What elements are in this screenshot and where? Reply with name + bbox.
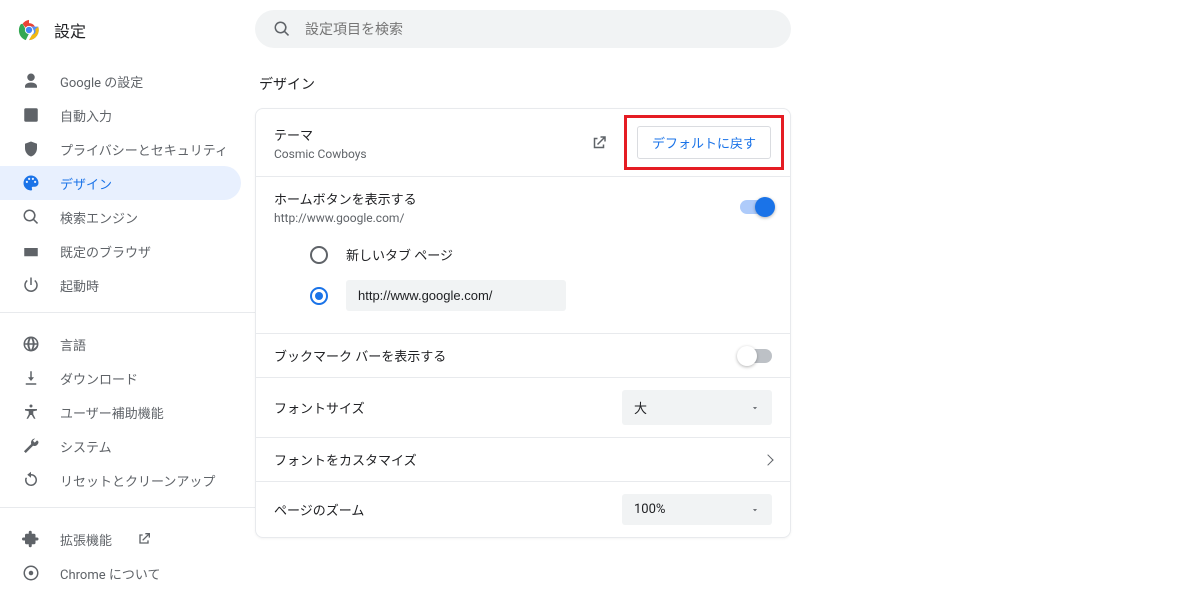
sidebar-item-label: ユーザー補助機能	[60, 403, 164, 422]
sidebar-item-reset[interactable]: リセットとクリーンアップ	[0, 463, 241, 497]
sidebar-item-default-browser[interactable]: 既定のブラウザ	[0, 234, 241, 268]
sidebar-item-google[interactable]: Google の設定	[0, 64, 241, 98]
divider	[0, 312, 255, 313]
home-button-toggle[interactable]	[740, 200, 772, 214]
sidebar-item-label: リセットとクリーンアップ	[60, 471, 215, 490]
sidebar-item-system[interactable]: システム	[0, 429, 241, 463]
search-input[interactable]	[305, 21, 773, 37]
sidebar-item-search-engine[interactable]: 検索エンジン	[0, 200, 241, 234]
home-option-new-tab[interactable]: 新しいタブ ページ	[310, 237, 772, 272]
sidebar-item-label: プライバシーとセキュリティ	[60, 140, 228, 159]
chrome-outline-icon	[22, 564, 40, 582]
font-customize-row[interactable]: フォントをカスタマイズ	[256, 438, 790, 482]
shield-icon	[22, 140, 40, 158]
sidebar-item-label: 起動時	[60, 276, 99, 295]
search-box[interactable]	[255, 10, 791, 48]
radio-icon	[310, 287, 328, 305]
sidebar-item-downloads[interactable]: ダウンロード	[0, 361, 241, 395]
page-title: 設定	[54, 18, 86, 42]
home-button-row: ホームボタンを表示する http://www.google.com/	[256, 177, 790, 237]
page-zoom-label: ページのズーム	[274, 500, 622, 519]
sidebar-item-label: 自動入力	[60, 106, 112, 125]
chevron-down-icon	[750, 403, 760, 413]
radio-label: 新しいタブ ページ	[346, 245, 453, 264]
home-button-sub: http://www.google.com/	[274, 211, 740, 225]
sidebar-item-about[interactable]: Chrome について	[0, 556, 241, 590]
accessibility-icon	[22, 403, 40, 421]
appearance-card: テーマ Cosmic Cowboys デフォルトに戻す ホームボタンを表示する …	[255, 108, 791, 538]
theme-row[interactable]: テーマ Cosmic Cowboys デフォルトに戻す	[256, 109, 790, 177]
sidebar-item-label: 既定のブラウザ	[60, 242, 151, 261]
person-icon	[22, 72, 40, 90]
section-title: デザイン	[259, 74, 1200, 94]
sidebar-item-label: Google の設定	[60, 72, 143, 91]
home-option-custom-url[interactable]	[310, 272, 772, 319]
autofill-icon	[22, 106, 40, 124]
open-in-new-icon[interactable]	[590, 134, 608, 152]
sidebar-item-extensions[interactable]: 拡張機能	[0, 522, 241, 556]
sidebar-item-label: システム	[60, 437, 112, 456]
search-icon	[273, 20, 291, 38]
sidebar-item-label: デザイン	[60, 174, 112, 193]
sidebar-item-autofill[interactable]: 自動入力	[0, 98, 241, 132]
sidebar-item-privacy[interactable]: プライバシーとセキュリティ	[0, 132, 241, 166]
theme-value: Cosmic Cowboys	[274, 147, 590, 161]
sidebar-item-label: 検索エンジン	[60, 208, 138, 227]
sidebar-item-on-startup[interactable]: 起動時	[0, 268, 241, 302]
bookmark-bar-label: ブックマーク バーを表示する	[274, 346, 740, 365]
font-customize-label: フォントをカスタマイズ	[274, 450, 764, 469]
search-icon	[22, 208, 40, 226]
theme-label: テーマ	[274, 125, 590, 144]
bookmark-bar-row: ブックマーク バーを表示する	[256, 334, 790, 378]
divider	[0, 507, 255, 508]
wrench-icon	[22, 437, 40, 455]
chevron-down-icon	[750, 505, 760, 515]
restore-icon	[22, 471, 40, 489]
font-size-row: フォントサイズ 大	[256, 378, 790, 438]
sidebar-item-label: Chrome について	[60, 564, 160, 583]
radio-icon	[310, 246, 328, 264]
sidebar: 設定 Google の設定 自動入力 プライバシーとセキュリティ デザイン 検索…	[0, 0, 255, 588]
font-size-label: フォントサイズ	[274, 398, 622, 417]
home-button-label: ホームボタンを表示する	[274, 189, 740, 208]
page-zoom-value: 100%	[634, 502, 665, 517]
chevron-right-icon	[762, 454, 773, 465]
sidebar-item-accessibility[interactable]: ユーザー補助機能	[0, 395, 241, 429]
sidebar-item-languages[interactable]: 言語	[0, 327, 241, 361]
reset-highlight: デフォルトに戻す	[624, 115, 784, 170]
font-size-select[interactable]: 大	[622, 390, 772, 425]
open-in-new-icon	[136, 531, 152, 547]
palette-icon	[22, 174, 40, 192]
bookmark-bar-toggle[interactable]	[740, 349, 772, 363]
main-content: デザイン テーマ Cosmic Cowboys デフォルトに戻す ホームボタンを…	[255, 0, 1200, 588]
chrome-logo-icon	[18, 19, 40, 41]
browser-icon	[22, 242, 40, 260]
sidebar-item-appearance[interactable]: デザイン	[0, 166, 241, 200]
globe-icon	[22, 335, 40, 353]
power-icon	[22, 276, 40, 294]
reset-to-default-button[interactable]: デフォルトに戻す	[637, 126, 771, 159]
page-zoom-select[interactable]: 100%	[622, 494, 772, 525]
sidebar-item-label: ダウンロード	[60, 369, 138, 388]
sidebar-item-label: 言語	[60, 335, 86, 354]
font-size-value: 大	[634, 398, 647, 417]
extension-icon	[22, 530, 40, 548]
home-url-input[interactable]	[346, 280, 566, 311]
download-icon	[22, 369, 40, 387]
sidebar-item-label: 拡張機能	[60, 530, 112, 549]
page-zoom-row: ページのズーム 100%	[256, 482, 790, 537]
